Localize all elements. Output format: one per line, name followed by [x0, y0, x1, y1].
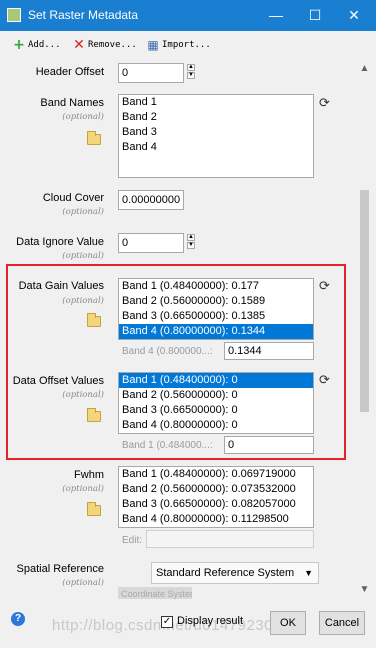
refresh-icon[interactable]: ⟳: [319, 278, 330, 294]
toolbar: + Add... ✕ Remove... ▦ Import...: [0, 31, 376, 59]
list-item[interactable]: Band 4: [119, 140, 313, 155]
header-offset-input[interactable]: 0: [118, 63, 184, 83]
list-item[interactable]: Band 2 (0.56000000): 0.073532000: [119, 482, 313, 497]
fwhm-edit-label: Edit:: [122, 535, 143, 546]
cancel-button[interactable]: Cancel: [319, 611, 365, 635]
add-button[interactable]: + Add...: [12, 36, 61, 53]
data-offset-values-label: Data Offset Values: [12, 375, 104, 387]
scroll-down-icon[interactable]: ▼: [356, 581, 373, 598]
minimize-button[interactable]: —: [262, 3, 290, 27]
display-result-label: Display result: [177, 615, 244, 627]
folder-icon[interactable]: [87, 408, 101, 422]
import-icon: ▦: [147, 37, 159, 52]
header-offset-label: Header Offset: [35, 66, 104, 78]
app-icon: [7, 8, 21, 22]
list-item[interactable]: Band 2: [119, 110, 313, 125]
import-label: Import...: [162, 40, 211, 50]
spatial-reference-optional: (optional): [62, 578, 104, 588]
close-button[interactable]: ✕: [340, 3, 368, 27]
list-item[interactable]: Band 1 (0.48400000): 0.177: [119, 279, 313, 294]
header-offset-spinner[interactable]: ▲ ▼: [187, 64, 195, 80]
chevron-down-icon: ▼: [304, 568, 313, 578]
list-item[interactable]: Band 3 (0.66500000): 0.082057000: [119, 497, 313, 512]
list-item[interactable]: Band 4 (0.80000000): 0.11298500: [119, 512, 313, 527]
plus-icon: +: [13, 36, 25, 53]
band-names-list[interactable]: Band 1 Band 2 Band 3 Band 4: [118, 94, 314, 178]
footer: ? http://blog.csdn.net/u014792304 ✓ Disp…: [0, 599, 376, 648]
folder-icon[interactable]: [87, 131, 101, 145]
window-title: Set Raster Metadata: [28, 8, 139, 22]
list-item[interactable]: Band 1 (0.48400000): 0.069719000: [119, 467, 313, 482]
coordinate-system-partial: Coordinate System: [118, 587, 192, 599]
list-item[interactable]: Band 3: [119, 125, 313, 140]
list-item-selected[interactable]: Band 4 (0.80000000): 0.1344: [119, 324, 313, 339]
list-item-selected[interactable]: Band 1 (0.48400000): 0: [119, 373, 313, 388]
remove-label: Remove...: [88, 40, 137, 50]
spatial-reference-select[interactable]: Standard Reference System ▼: [151, 562, 319, 584]
data-gain-edit-label: Band 4 (0.800000...:: [122, 346, 213, 357]
data-ignore-value-optional: (optional): [62, 251, 104, 261]
list-item[interactable]: Band 2 (0.56000000): 0: [119, 388, 313, 403]
list-item[interactable]: Band 3 (0.66500000): 0.1385: [119, 309, 313, 324]
help-icon[interactable]: ?: [11, 612, 25, 626]
fwhm-optional: (optional): [62, 484, 104, 494]
refresh-icon[interactable]: ⟳: [319, 95, 330, 111]
data-gain-values-optional: (optional): [62, 296, 104, 306]
band-names-label: Band Names: [40, 97, 104, 109]
fwhm-edit-input[interactable]: [146, 530, 314, 548]
add-label: Add...: [28, 40, 61, 50]
data-offset-values-list[interactable]: Band 1 (0.48400000): 0 Band 2 (0.5600000…: [118, 372, 314, 434]
spatial-reference-label: Spatial Reference: [16, 563, 104, 575]
fwhm-list[interactable]: Band 1 (0.48400000): 0.069719000 Band 2 …: [118, 466, 314, 528]
list-item[interactable]: Band 4 (0.80000000): 0: [119, 418, 313, 433]
band-names-optional: (optional): [62, 112, 104, 122]
maximize-button[interactable]: ☐: [301, 3, 329, 27]
cloud-cover-input[interactable]: 0.00000000: [118, 190, 184, 210]
spatial-reference-value: Standard Reference System: [156, 567, 295, 579]
ok-button[interactable]: OK: [270, 611, 306, 635]
scroll-up-icon[interactable]: ▲: [356, 60, 373, 77]
remove-button[interactable]: ✕ Remove...: [72, 37, 137, 53]
data-gain-values-list[interactable]: Band 1 (0.48400000): 0.177 Band 2 (0.560…: [118, 278, 314, 340]
refresh-icon[interactable]: ⟳: [319, 372, 330, 388]
list-item[interactable]: Band 3 (0.66500000): 0: [119, 403, 313, 418]
display-result-checkbox[interactable]: ✓: [161, 616, 173, 628]
list-item[interactable]: Band 1: [119, 95, 313, 110]
data-offset-values-optional: (optional): [62, 390, 104, 400]
import-button[interactable]: ▦ Import...: [146, 37, 211, 53]
data-ignore-value-spinner[interactable]: ▲ ▼: [187, 234, 195, 250]
data-ignore-value-label: Data Ignore Value: [16, 236, 104, 248]
fwhm-label: Fwhm: [74, 469, 104, 481]
data-ignore-value-input[interactable]: 0: [118, 233, 184, 253]
data-gain-edit-input[interactable]: 0.1344: [224, 342, 314, 360]
cloud-cover-optional: (optional): [62, 207, 104, 217]
folder-icon[interactable]: [87, 313, 101, 327]
metadata-form: Header Offset 0 ▲ ▼ Band Names (optional)…: [1, 59, 356, 599]
folder-icon[interactable]: [87, 502, 101, 516]
data-gain-values-label: Data Gain Values: [18, 280, 104, 292]
cloud-cover-label: Cloud Cover: [42, 192, 104, 204]
data-offset-edit-label: Band 1 (0.484000...:: [122, 440, 213, 451]
scroll-thumb[interactable]: [360, 190, 369, 412]
title-bar: Set Raster Metadata — ☐ ✕: [0, 0, 376, 31]
vertical-scrollbar[interactable]: ▲ ▼: [356, 59, 373, 599]
list-item[interactable]: Band 2 (0.56000000): 0.1589: [119, 294, 313, 309]
x-icon: ✕: [73, 36, 85, 53]
data-offset-edit-input[interactable]: 0: [224, 436, 314, 454]
